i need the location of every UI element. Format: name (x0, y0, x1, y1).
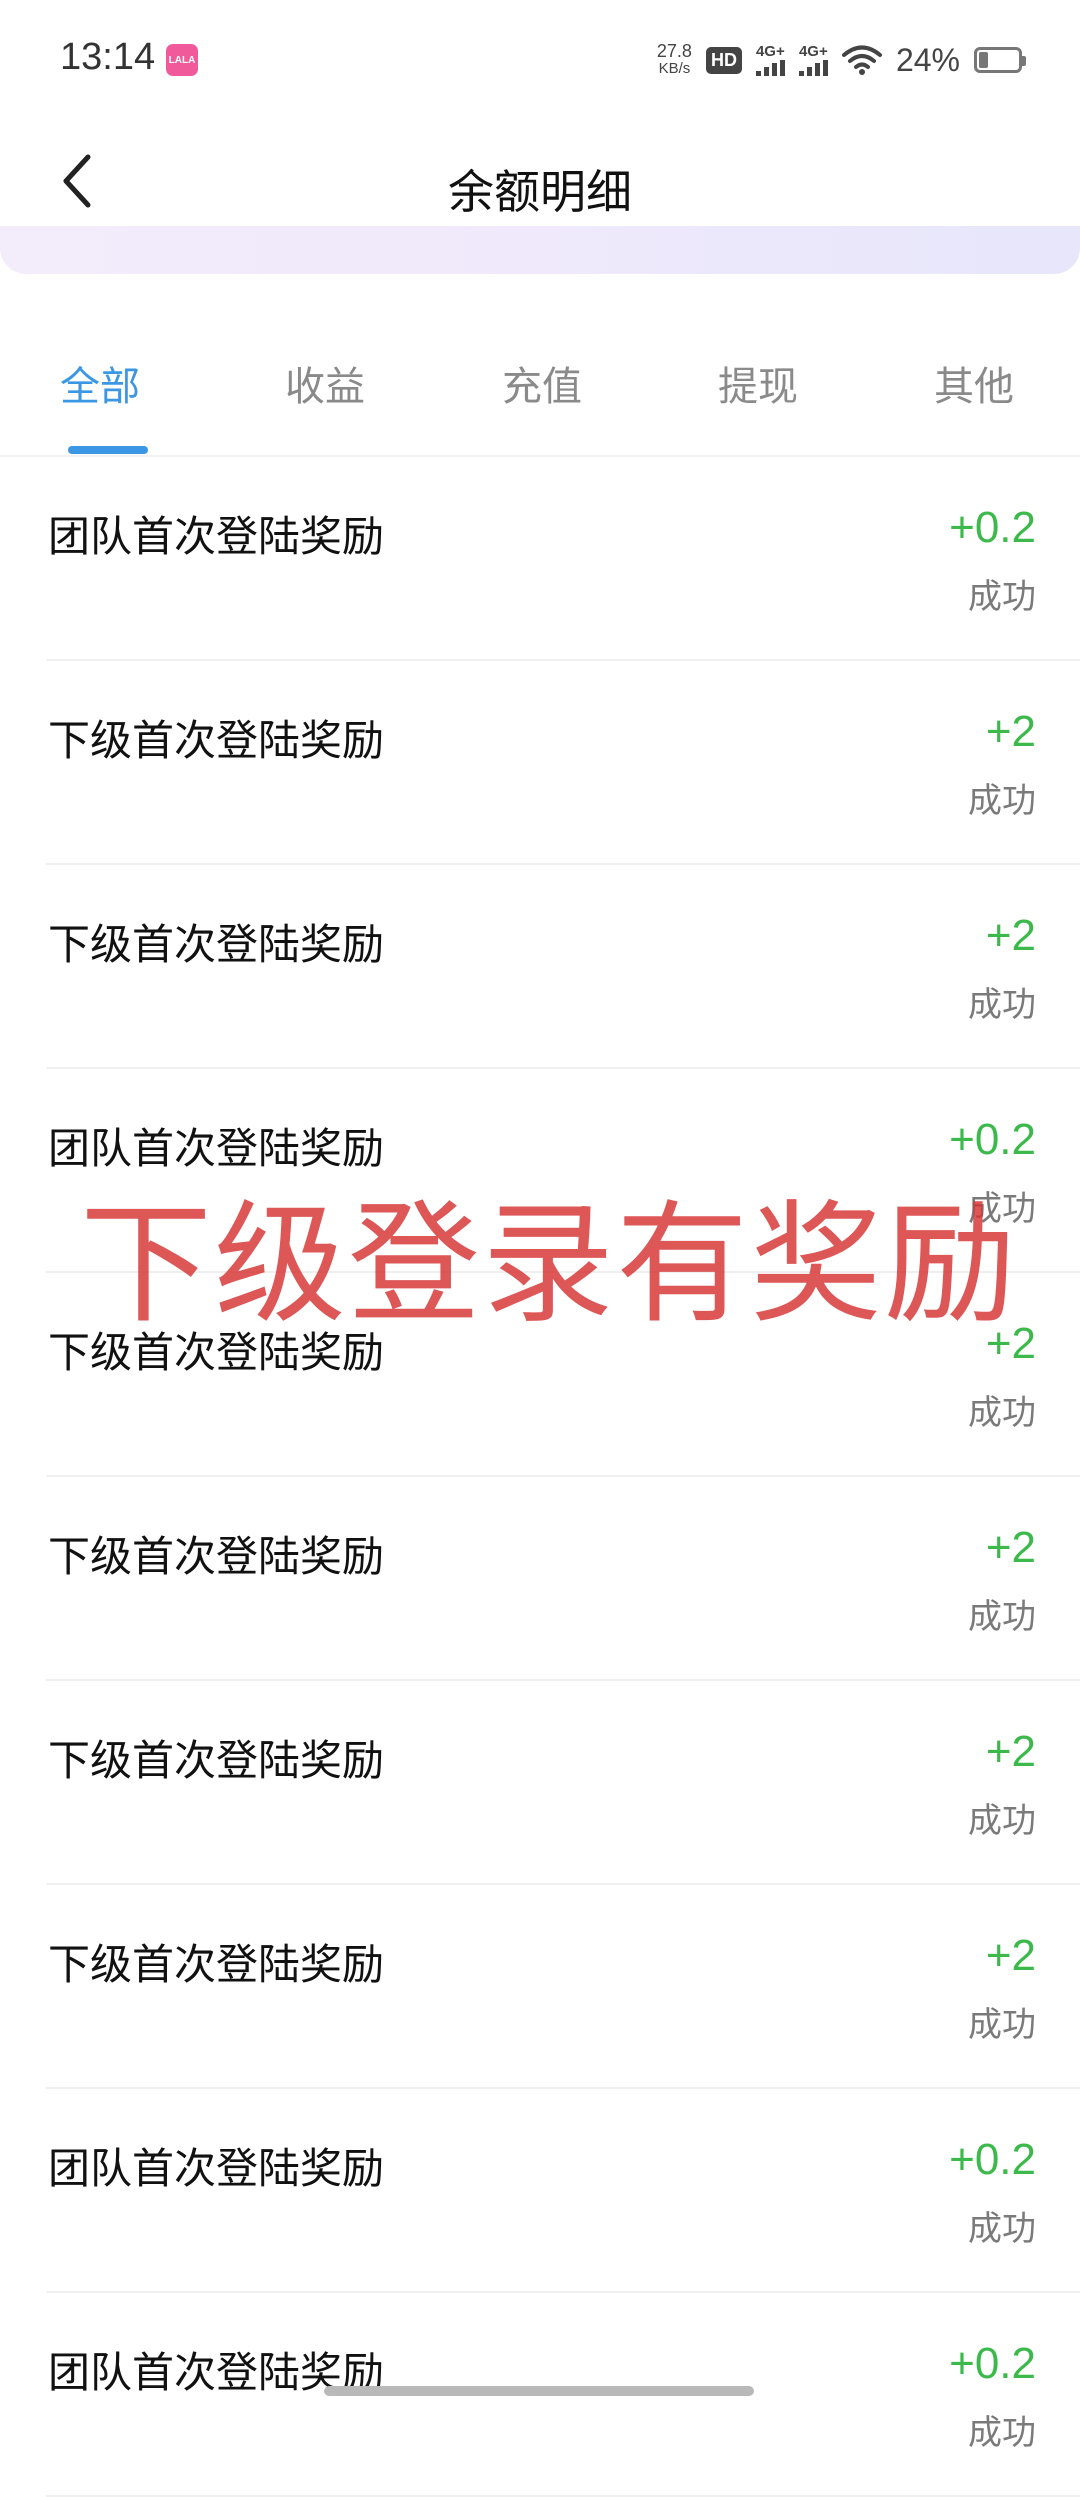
status-bar: 13:14 LALA 27.8 KB/s HD 4G+ 4G+ 24% (0, 0, 1080, 120)
transaction-title: 团队首次登陆奖励 (48, 2144, 385, 2193)
wifi-icon (841, 44, 882, 76)
list-item[interactable]: 团队首次登陆奖励 +0.2 成功 (0, 1069, 1080, 1273)
transaction-amount: +2 (985, 1523, 1036, 1572)
transaction-amount: +0.2 (949, 2135, 1036, 2184)
battery-level-fill (979, 52, 988, 68)
transaction-amount: +2 (985, 707, 1036, 756)
cell-signal-icon-2: 4G+ (798, 43, 828, 76)
battery-icon (974, 47, 1026, 73)
transaction-status: 成功 (968, 577, 1036, 617)
battery-percent: 24% (895, 41, 960, 78)
app-notification-icon: LALA (166, 44, 198, 76)
cell-signal-bars-2 (798, 60, 828, 76)
list-item[interactable]: 团队首次登陆奖励 +0.2 成功 (0, 2089, 1080, 2293)
transaction-title: 团队首次登陆奖励 (48, 1124, 385, 1173)
cell-signal-label-2: 4G+ (798, 43, 828, 60)
network-speed: 27.8 KB/s (657, 42, 692, 78)
network-speed-unit: KB/s (658, 60, 691, 77)
transaction-title: 下级首次登陆奖励 (48, 1736, 385, 1785)
hd-voice-icon: HD (705, 46, 742, 74)
transaction-status: 成功 (968, 1393, 1036, 1433)
transaction-title: 团队首次登陆奖励 (48, 512, 385, 561)
tab-other[interactable]: 其他 (934, 354, 1014, 412)
transaction-amount: +0.2 (949, 2339, 1036, 2388)
transaction-amount: +2 (985, 911, 1036, 960)
network-speed-value: 27.8 (656, 41, 692, 61)
transaction-title: 下级首次登陆奖励 (48, 1940, 385, 1989)
list-item[interactable]: 下级首次登陆奖励 +2 成功 (0, 661, 1080, 865)
status-time: 13:14 (60, 36, 156, 78)
transaction-title: 下级首次登陆奖励 (48, 1532, 385, 1581)
list-item[interactable]: 下级首次登陆奖励 +2 成功 (0, 1681, 1080, 1885)
transaction-status: 成功 (968, 2209, 1036, 2249)
transaction-status: 成功 (968, 1801, 1036, 1841)
tab-all[interactable]: 全部 (60, 354, 140, 412)
nav-bar: 余额明细 (0, 120, 1080, 242)
transaction-status: 成功 (968, 2413, 1036, 2453)
status-indicators: 27.8 KB/s HD 4G+ 4G+ 24% (657, 30, 1026, 90)
home-indicator[interactable] (324, 2386, 754, 2396)
transaction-title: 下级首次登陆奖励 (48, 920, 385, 969)
transaction-amount: +2 (985, 1931, 1036, 1980)
cell-signal-bars (755, 60, 785, 76)
transaction-status: 成功 (968, 2005, 1036, 2045)
transaction-status: 成功 (968, 1597, 1036, 1637)
list-item[interactable]: 下级首次登陆奖励 +2 成功 (0, 1477, 1080, 1681)
transaction-amount: +2 (985, 1319, 1036, 1368)
transaction-list: 团队首次登陆奖励 +0.2 成功 下级首次登陆奖励 +2 成功 下级首次登陆奖励… (0, 457, 1080, 2497)
transaction-title: 下级首次登陆奖励 (48, 716, 385, 765)
list-item[interactable]: 下级首次登陆奖励 +2 成功 (0, 1885, 1080, 2089)
list-item[interactable]: 下级首次登陆奖励 +2 成功 (0, 865, 1080, 1069)
header-banner (0, 226, 1080, 274)
tab-recharge[interactable]: 充值 (502, 354, 582, 412)
tab-earnings[interactable]: 收益 (285, 354, 365, 412)
tab-withdraw[interactable]: 提现 (718, 354, 798, 412)
transaction-status: 成功 (968, 985, 1036, 1025)
transaction-amount: +0.2 (949, 1115, 1036, 1164)
list-item[interactable]: 下级首次登陆奖励 +2 成功 (0, 1273, 1080, 1477)
cell-signal-icon: 4G+ (755, 43, 785, 76)
transaction-status: 成功 (968, 1189, 1036, 1229)
cell-signal-label: 4G+ (755, 43, 785, 60)
transaction-amount: +2 (985, 1727, 1036, 1776)
filter-tabs: 全部 收益 充值 提现 其他 (0, 340, 1080, 456)
transaction-title: 下级首次登陆奖励 (48, 1328, 385, 1377)
transaction-amount: +0.2 (949, 503, 1036, 552)
active-tab-indicator (68, 446, 148, 454)
page-title: 余额明细 (448, 165, 632, 219)
transaction-status: 成功 (968, 781, 1036, 821)
list-item[interactable]: 团队首次登陆奖励 +0.2 成功 (0, 457, 1080, 661)
